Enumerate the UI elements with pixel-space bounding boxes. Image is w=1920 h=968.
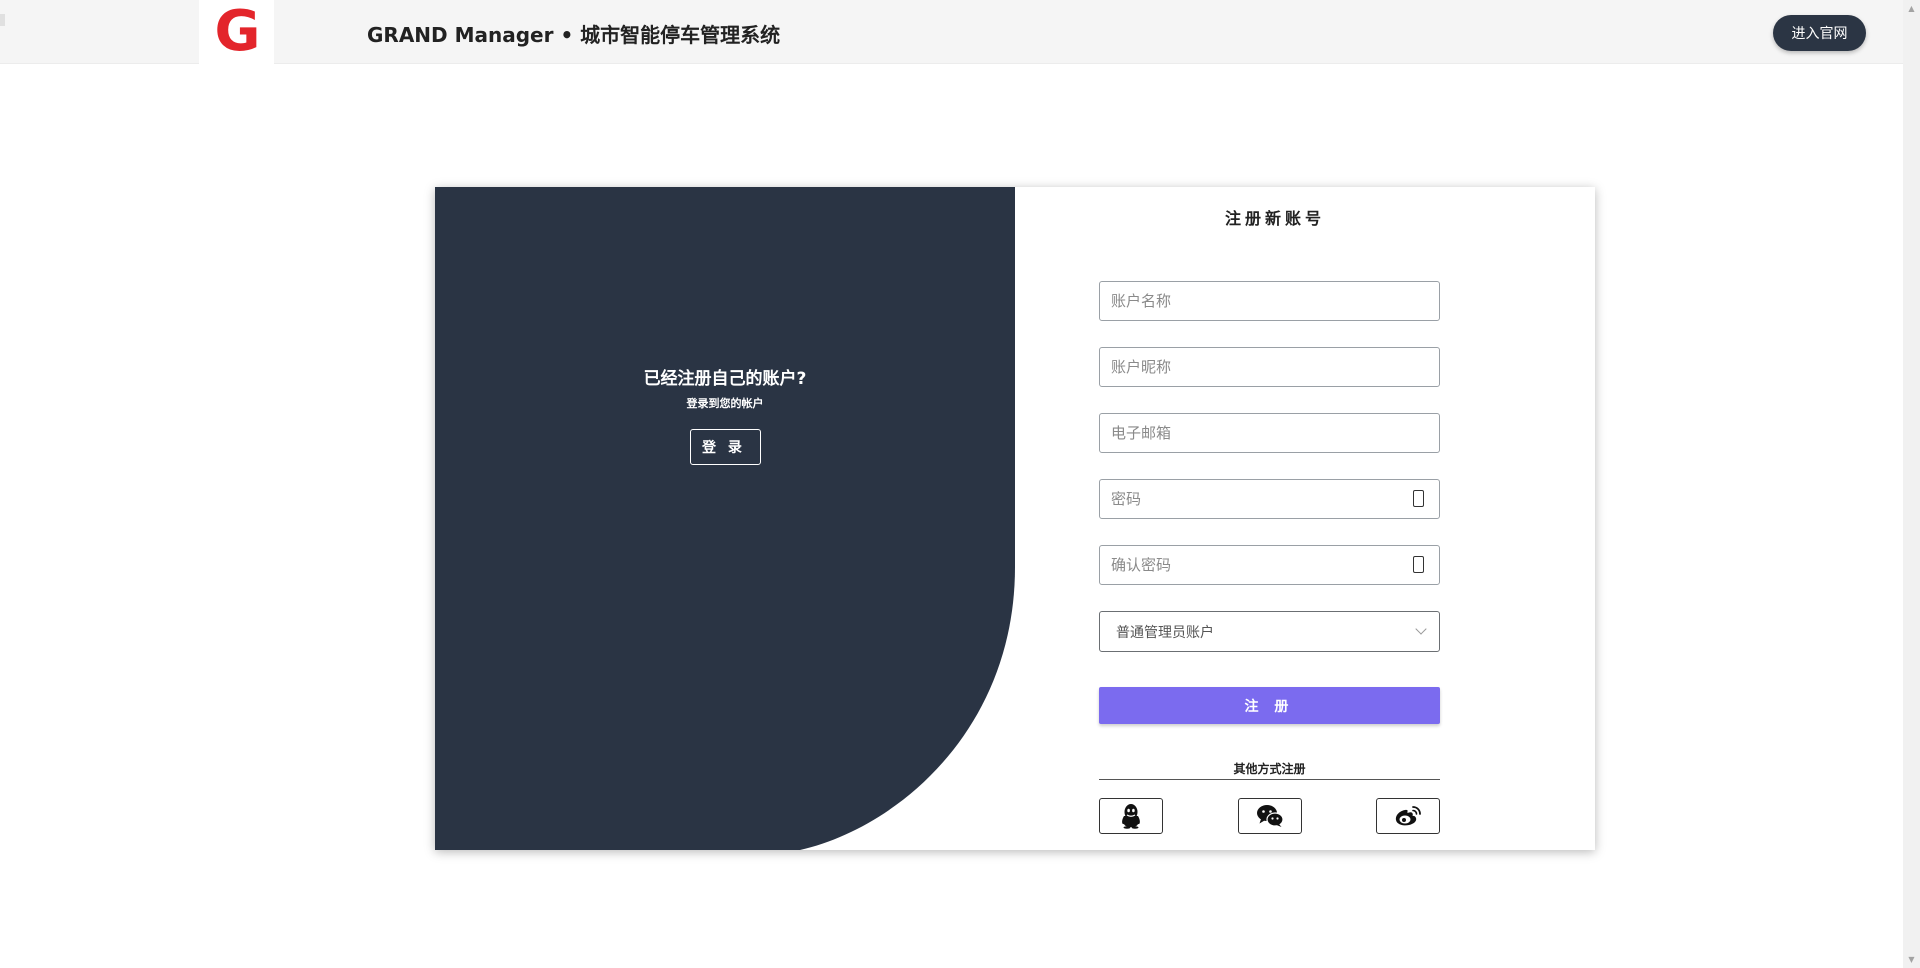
- wechat-register-button[interactable]: [1238, 798, 1302, 834]
- chevron-down-icon: [1415, 623, 1427, 635]
- confirm-password-input[interactable]: [1100, 546, 1439, 584]
- wechat-icon: [1257, 805, 1284, 827]
- top-header: G GRAND Manager • 城市智能停车管理系统 进入官网: [0, 0, 1903, 64]
- logo-letter: G: [214, 0, 261, 64]
- scroll-up-icon[interactable]: ▲: [1903, 0, 1920, 17]
- account-name-input[interactable]: [1100, 282, 1439, 320]
- login-prompt-panel: 已经注册自己的账户? 登录到您的帐户 登 录: [435, 364, 1015, 465]
- login-prompt-subheading: 登录到您的帐户: [686, 397, 764, 410]
- password-field[interactable]: [1099, 479, 1440, 519]
- password-toggle-icon[interactable]: [1413, 490, 1424, 507]
- edge-marker: [0, 14, 5, 26]
- weibo-icon: [1395, 806, 1421, 826]
- qq-icon: [1122, 804, 1140, 829]
- confirm-password-toggle-icon[interactable]: [1413, 556, 1424, 573]
- other-methods-label: 其他方式注册: [1233, 762, 1306, 776]
- password-input[interactable]: [1100, 480, 1439, 518]
- qq-register-button[interactable]: [1099, 798, 1163, 834]
- register-button[interactable]: 注 册: [1099, 687, 1440, 724]
- weibo-register-button[interactable]: [1376, 798, 1440, 834]
- app-title: GRAND Manager • 城市智能停车管理系统: [367, 23, 781, 47]
- vertical-scrollbar[interactable]: ▲ ▼: [1903, 0, 1920, 968]
- dark-curved-panel: [435, 187, 1015, 850]
- email-input[interactable]: [1100, 414, 1439, 452]
- nickname-field[interactable]: [1099, 347, 1440, 387]
- account-type-select[interactable]: 普通管理员账户: [1099, 611, 1440, 652]
- email-field[interactable]: [1099, 413, 1440, 453]
- official-site-button[interactable]: 进入官网: [1773, 15, 1866, 51]
- login-prompt-heading: 已经注册自己的账户?: [643, 369, 807, 389]
- register-card: 已经注册自己的账户? 登录到您的帐户 登 录 注册新账号 普通管理员账户 注 册…: [435, 187, 1595, 850]
- form-title: 注册新账号: [1224, 209, 1325, 228]
- account-type-value: 普通管理员账户: [1116, 624, 1214, 641]
- confirm-password-field[interactable]: [1099, 545, 1440, 585]
- account-name-field[interactable]: [1099, 281, 1440, 321]
- login-button[interactable]: 登 录: [689, 429, 761, 465]
- scroll-down-icon[interactable]: ▼: [1903, 951, 1920, 968]
- logo[interactable]: G: [199, 0, 274, 64]
- divider: [1099, 779, 1440, 780]
- nickname-input[interactable]: [1100, 348, 1439, 386]
